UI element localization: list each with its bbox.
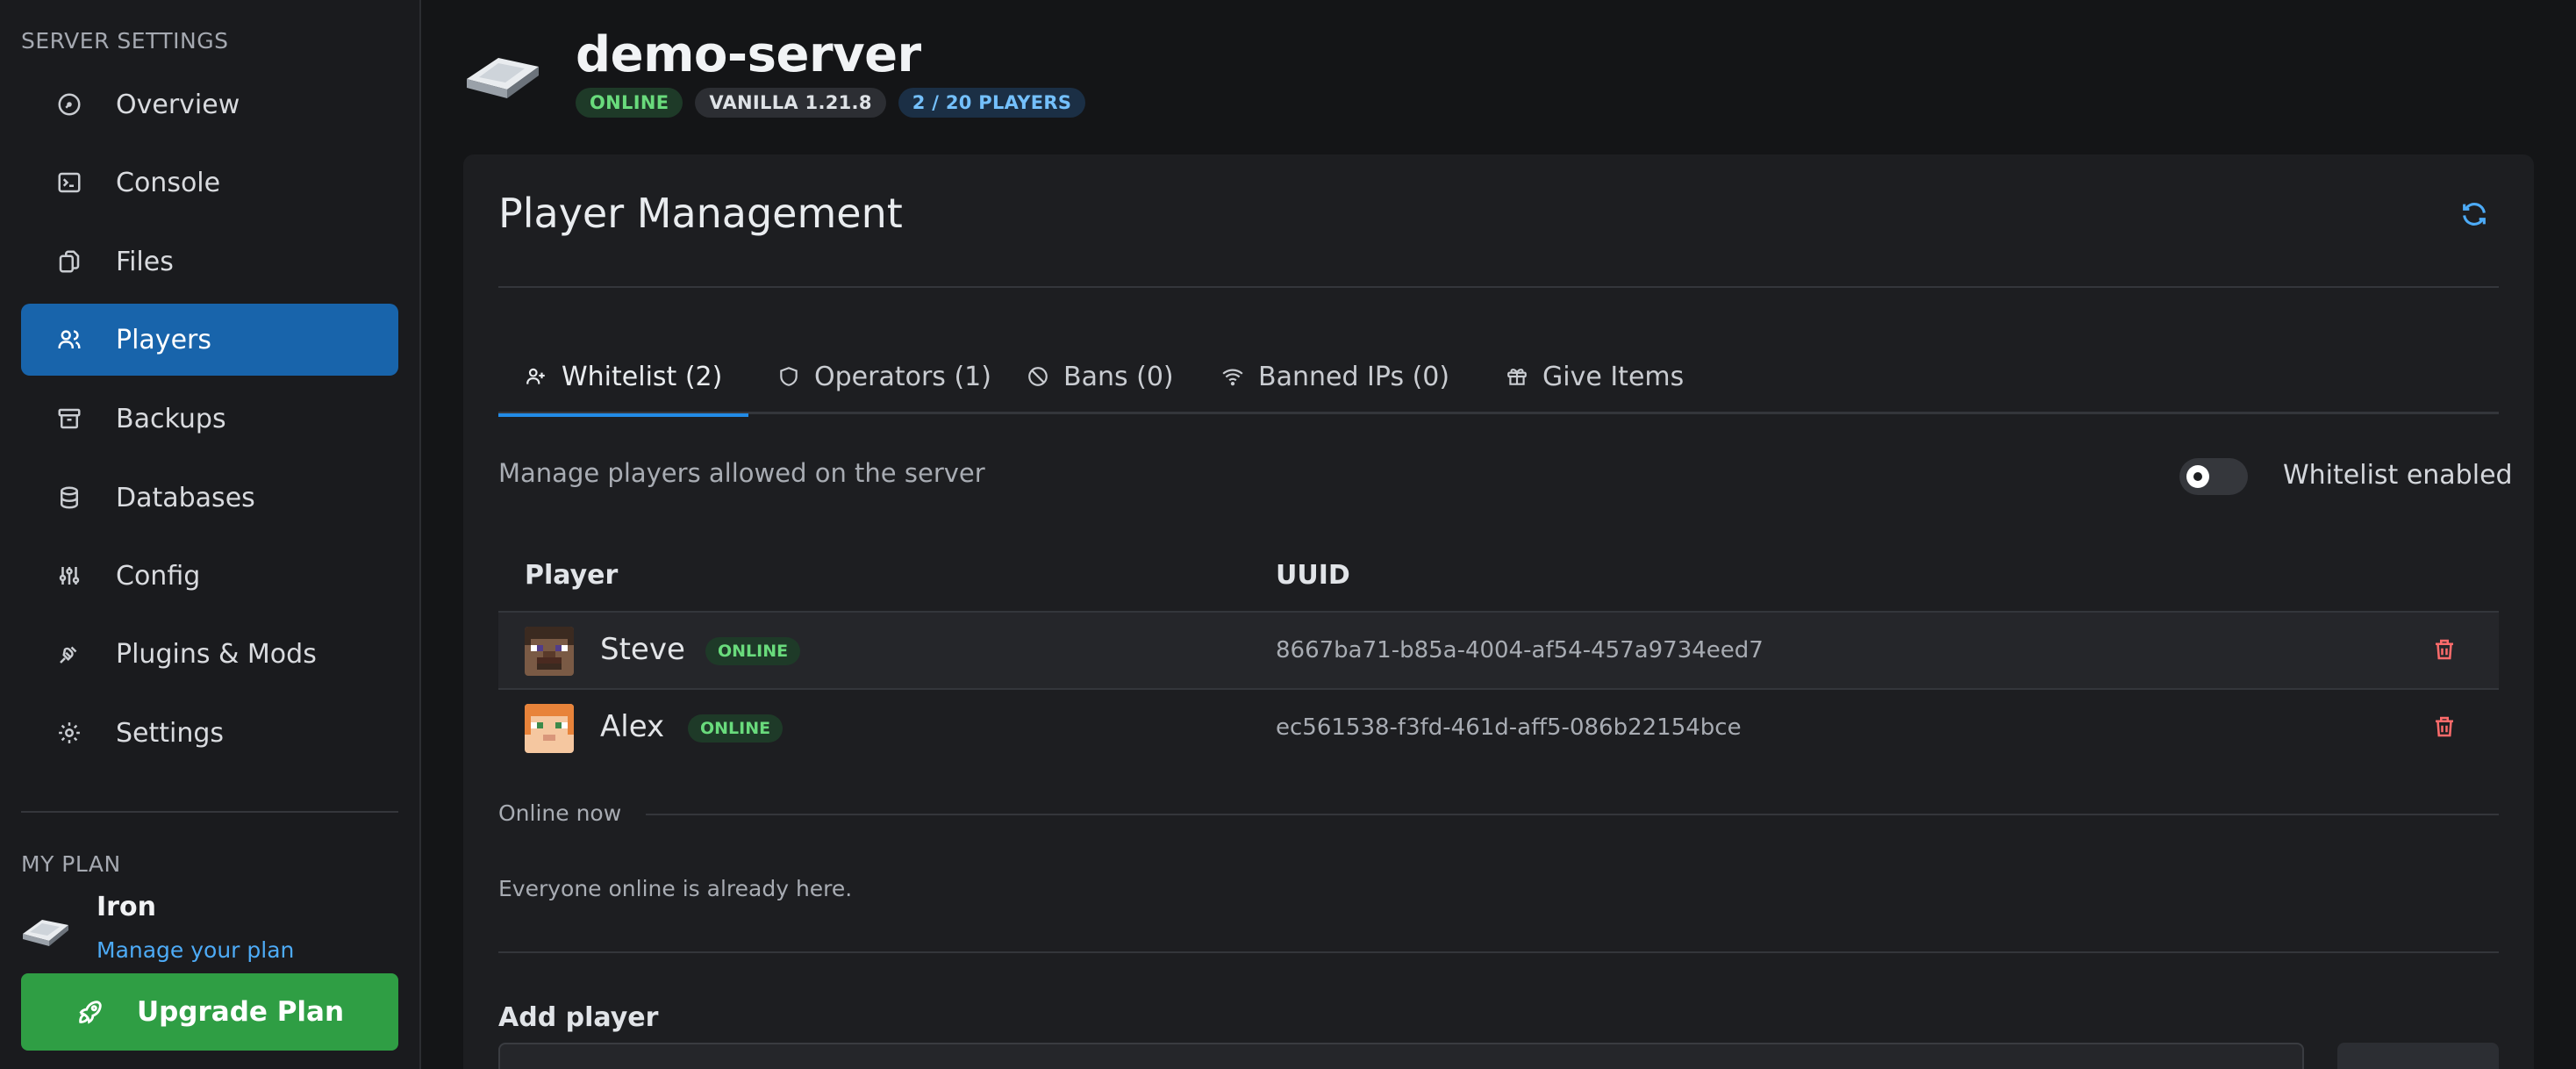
tab-give-items[interactable]: Give Items (1479, 339, 1710, 414)
sidebar-item-label: Backups (116, 403, 226, 434)
sidebar-item-backups[interactable]: Backups (21, 383, 398, 455)
files-icon (54, 247, 84, 276)
sidebar-item-files[interactable]: Files (21, 226, 398, 298)
remove-player-button[interactable] (2429, 635, 2460, 667)
player-uuid: 8667ba71-b85a-4004-af54-457a9734eed7 (1276, 637, 1764, 664)
refresh-button[interactable] (2457, 198, 2492, 233)
sidebar-item-label: Files (116, 246, 174, 277)
panel-title: Player Management (498, 190, 903, 237)
upgrade-plan-button[interactable]: Upgrade Plan (21, 973, 398, 1051)
table-header: Player UUID (498, 541, 2499, 613)
sidebar-item-config[interactable]: Config (21, 540, 398, 612)
column-header-player: Player (525, 560, 619, 591)
sidebar-item-label: Plugins & Mods (116, 638, 317, 670)
wifi-icon (1221, 364, 1246, 389)
sidebar-item-console[interactable]: Console (21, 147, 398, 219)
player-tabs: Whitelist (2) Operators (1) Bans (0) Ban… (498, 339, 2499, 417)
refresh-icon (2459, 199, 2489, 233)
sidebar-item-label: Console (116, 167, 221, 198)
add-player-button[interactable] (2337, 1043, 2499, 1069)
whitelist-table: Player UUID Steve ONLINE 8667ba71-b85a-4… (498, 541, 2499, 767)
remove-player-button[interactable] (2429, 713, 2460, 744)
manage-plan-link[interactable]: Manage your plan (97, 937, 294, 963)
column-header-uuid: UUID (1276, 560, 1350, 591)
sidebar-item-label: Players (116, 324, 211, 355)
trash-icon (2431, 714, 2458, 743)
gift-icon (1506, 364, 1530, 389)
player-management-panel: Player Management Whitelist (2) Operator… (463, 154, 2534, 1069)
users-icon (54, 325, 84, 355)
table-row[interactable]: Steve ONLINE 8667ba71-b85a-4004-af54-457… (498, 613, 2499, 690)
tab-bans[interactable]: Bans (0) (1000, 339, 1200, 414)
user-plus-icon (525, 364, 549, 389)
whitelist-toggle[interactable] (2179, 458, 2248, 495)
sidebar-item-label: Config (116, 560, 201, 592)
tab-label: Operators (1) (814, 361, 991, 392)
sidebar-item-plugins-mods[interactable]: Plugins & Mods (21, 618, 398, 690)
sidebar-item-overview[interactable]: Overview (21, 68, 398, 140)
sidebar-item-label: Settings (116, 717, 225, 749)
tab-label: Whitelist (2) (562, 361, 723, 392)
server-badges: ONLINE VANILLA 1.21.8 2 / 20 PLAYERS (576, 88, 1086, 118)
plug-icon (54, 639, 84, 669)
shield-icon (777, 364, 802, 389)
archive-icon (54, 404, 84, 434)
player-status-badge: ONLINE (705, 637, 801, 665)
gauge-icon (54, 90, 84, 119)
sliders-icon (54, 561, 84, 591)
add-player-input[interactable] (498, 1043, 2304, 1069)
sidebar-item-players[interactable]: Players (21, 304, 398, 376)
sidebar-item-databases[interactable]: Databases (21, 462, 398, 534)
terminal-icon (54, 168, 84, 197)
sidebar: SERVER SETTINGS Overview Console Files P… (0, 0, 421, 1069)
alex-avatar (525, 704, 574, 753)
tab-banned-ips[interactable]: Banned IPs (0) (1195, 339, 1476, 414)
sidebar-divider (21, 811, 398, 813)
sidebar-item-label: Databases (116, 482, 255, 513)
upgrade-plan-label: Upgrade Plan (136, 996, 345, 1028)
player-name: Alex (600, 709, 665, 744)
status-badge: ONLINE (576, 88, 683, 118)
version-badge: VANILLA 1.21.8 (695, 88, 886, 118)
ban-icon (1027, 364, 1051, 389)
steve-avatar (525, 627, 574, 676)
main-content: demo-server ONLINE VANILLA 1.21.8 2 / 20… (421, 0, 2576, 1069)
iron-ingot-icon (19, 909, 72, 948)
sidebar-item-settings[interactable]: Settings (21, 697, 398, 769)
server-iron-icon (463, 46, 542, 100)
plan-name: Iron (97, 892, 156, 922)
tab-label: Banned IPs (0) (1258, 361, 1450, 392)
tab-label: Give Items (1542, 361, 1685, 392)
gear-icon (54, 718, 84, 748)
whitelist-toggle-label: Whitelist enabled (2283, 460, 2513, 491)
tab-operators[interactable]: Operators (1) (751, 339, 1018, 414)
table-row[interactable]: Alex ONLINE ec561538-f3fd-461d-aff5-086b… (498, 690, 2499, 767)
whitelist-description: Manage players allowed on the server (498, 458, 985, 488)
player-status-badge: ONLINE (688, 714, 784, 743)
toggle-knob (2186, 465, 2209, 488)
add-player-title: Add player (498, 1002, 659, 1033)
section-divider (498, 951, 2499, 953)
tab-label: Bans (0) (1063, 361, 1174, 392)
online-now-empty-text: Everyone online is already here. (498, 876, 853, 901)
panel-divider (498, 286, 2499, 288)
sidebar-item-label: Overview (116, 89, 240, 120)
players-badge: 2 / 20 PLAYERS (898, 88, 1086, 118)
player-uuid: ec561538-f3fd-461d-aff5-086b22154bce (1276, 714, 1742, 741)
online-now-divider (646, 814, 2499, 815)
server-name: demo-server (576, 26, 921, 83)
rocket-icon (75, 997, 105, 1027)
server-settings-label: SERVER SETTINGS (21, 28, 229, 54)
trash-icon (2431, 636, 2458, 666)
my-plan-label: MY PLAN (21, 851, 121, 877)
tab-whitelist[interactable]: Whitelist (2) (498, 339, 749, 417)
database-icon (54, 483, 84, 513)
online-now-label: Online now (498, 800, 622, 826)
player-name: Steve (600, 632, 685, 667)
